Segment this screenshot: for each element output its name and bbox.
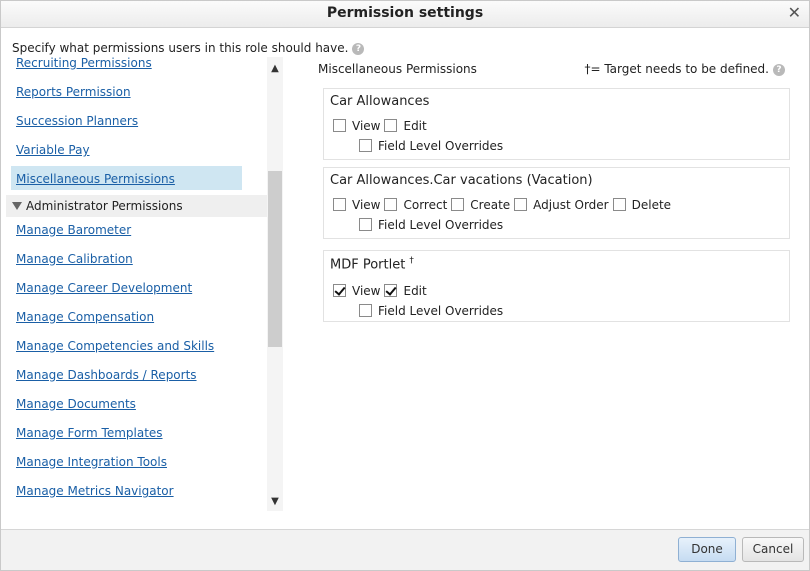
checkbox-label: View [352, 284, 381, 298]
nav-link[interactable]: Manage Metrics Navigator [16, 484, 174, 498]
checkbox-label: Edit [403, 119, 427, 133]
field-level-overrides-row: Field Level Overrides [359, 218, 507, 232]
checkbox-create[interactable] [451, 198, 465, 211]
checkbox-field-level-overrides[interactable] [359, 139, 372, 152]
target-mark: † [409, 256, 414, 266]
card-title-text: MDF Portlet [330, 257, 406, 273]
permission-card: Car Allowances.Car vacations (Vacation) V… [323, 167, 790, 239]
permission-card: Car Allowances View Edit Field Level Overri… [323, 88, 790, 160]
nav-link[interactable]: Recruiting Permissions [16, 57, 152, 70]
permission-options-row: View Edit [333, 284, 431, 298]
checkbox-label: Create [470, 198, 511, 212]
checkbox-field-level-overrides[interactable] [359, 218, 372, 231]
checkbox-view[interactable] [333, 198, 346, 211]
section-title: Miscellaneous Permissions [318, 62, 477, 76]
done-button[interactable]: Done [678, 537, 736, 562]
checkbox-label: View [352, 119, 381, 133]
group-header-label: Administrator Permissions [26, 199, 183, 213]
permission-options-row: View Correct Create Adjust Order Delete [333, 198, 675, 212]
help-icon[interactable]: ? [773, 64, 785, 76]
nav-link[interactable]: Manage Integration Tools [16, 455, 167, 469]
target-note: †= Target needs to be defined.? [584, 62, 785, 76]
checkbox-field-level-overrides[interactable] [359, 304, 372, 317]
field-level-overrides-row: Field Level Overrides [359, 139, 507, 153]
checkbox-label: View [352, 198, 381, 212]
checkbox-adjust-order[interactable] [514, 198, 528, 211]
checkbox-label: Adjust Order [533, 198, 609, 212]
checkbox-label: Field Level Overrides [378, 218, 504, 232]
nav-link[interactable]: Manage Documents [16, 397, 136, 411]
checkbox-view[interactable] [333, 119, 346, 132]
target-note-text: †= Target needs to be defined. [584, 62, 769, 76]
nav-link[interactable]: Miscellaneous Permissions [16, 172, 175, 186]
permission-nav: Recruiting Permissions Reports Permission… [1, 57, 267, 511]
checkbox-correct[interactable] [384, 198, 398, 211]
scroll-up-icon[interactable]: ▲ [267, 61, 283, 77]
card-title: Car Allowances.Car vacations (Vacation) [330, 173, 593, 188]
checkbox-label: Field Level Overrides [378, 304, 504, 318]
checkbox-label: Delete [631, 198, 672, 212]
card-title: MDF Portlet † [330, 256, 414, 272]
scroll-thumb[interactable] [268, 171, 282, 347]
collapse-triangle-icon[interactable] [12, 202, 22, 210]
nav-link[interactable]: Manage Dashboards / Reports [16, 368, 197, 382]
cancel-button[interactable]: Cancel [742, 537, 804, 562]
nav-link[interactable]: Manage Competencies and Skills [16, 339, 214, 353]
intro-text: Specify what permissions users in this r… [12, 41, 365, 55]
dialog-footer: Done Cancel [1, 529, 809, 570]
scroll-down-icon[interactable]: ▼ [267, 494, 283, 510]
nav-link[interactable]: Manage Compensation [16, 310, 154, 324]
nav-link[interactable]: Manage Calibration [16, 252, 133, 266]
checkbox-label: Correct [403, 198, 448, 212]
group-header-administrator[interactable]: Administrator Permissions [12, 199, 183, 213]
permission-settings-dialog: Permission settings ✕ Specify what permi… [0, 0, 810, 571]
permission-content: Miscellaneous Permissions †= Target need… [284, 57, 809, 511]
close-icon[interactable]: ✕ [788, 3, 801, 23]
permission-card: MDF Portlet † View Edit Field Level Override… [323, 250, 790, 322]
nav-link[interactable]: Variable Pay [16, 143, 90, 157]
checkbox-label: Edit [403, 284, 427, 298]
checkbox-edit[interactable] [384, 284, 398, 297]
nav-link[interactable]: Manage Form Templates [16, 426, 163, 440]
nav-link[interactable]: Manage Barometer [16, 223, 131, 237]
field-level-overrides-row: Field Level Overrides [359, 304, 507, 318]
checkbox-delete[interactable] [612, 198, 626, 211]
dialog-title: Permission settings [326, 5, 484, 21]
nav-link[interactable]: Succession Planners [16, 114, 138, 128]
checkbox-edit[interactable] [384, 119, 398, 132]
card-title: Car Allowances [330, 94, 429, 109]
dialog-titlebar: Permission settings ✕ [1, 1, 809, 28]
intro-label: Specify what permissions users in this r… [12, 41, 349, 55]
help-icon[interactable]: ? [352, 43, 365, 55]
nav-scrollbar[interactable]: ▲ ▼ [267, 57, 283, 511]
checkbox-label: Field Level Overrides [378, 139, 504, 153]
nav-link[interactable]: Manage Career Development [16, 281, 192, 295]
nav-link[interactable]: Reports Permission [16, 85, 131, 99]
permission-options-row: View Edit [333, 119, 431, 133]
card-title-text: Car Allowances [330, 94, 430, 109]
card-title-text: Car Allowances.Car vacations (Vacation) [330, 173, 593, 188]
checkbox-view[interactable] [333, 284, 346, 297]
